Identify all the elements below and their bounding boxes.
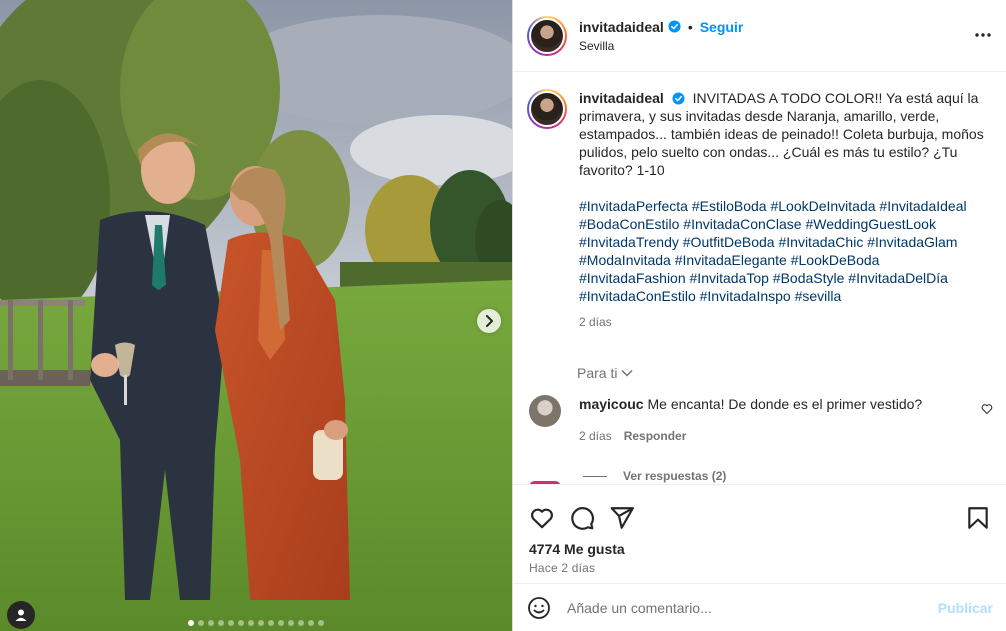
carousel-dot bbox=[188, 620, 194, 626]
carousel-dot bbox=[268, 620, 274, 626]
replies-divider bbox=[583, 475, 607, 477]
post-date: Hace 2 días bbox=[529, 561, 596, 575]
caption-hashtags[interactable]: #InvitadaPerfecta #EstiloBoda #LookDeInv… bbox=[579, 197, 989, 305]
author-avatar[interactable] bbox=[527, 15, 567, 56]
comment-input[interactable] bbox=[567, 599, 938, 616]
bookmark-icon[interactable] bbox=[965, 505, 991, 531]
verified-badge-icon bbox=[668, 20, 681, 33]
separator-dot: • bbox=[687, 18, 693, 35]
share-icon[interactable] bbox=[609, 505, 635, 531]
caption-time[interactable]: 2 días bbox=[579, 313, 989, 331]
more-options-icon[interactable] bbox=[974, 26, 992, 44]
carousel-dot bbox=[238, 620, 244, 626]
carousel-dot bbox=[208, 620, 214, 626]
carousel-dot bbox=[308, 620, 314, 626]
comments-section[interactable]: invitadaideal INVITADAS A TODO COLOR!! Y… bbox=[513, 73, 1006, 484]
commenter-avatar[interactable] bbox=[529, 395, 561, 427]
post-comment-button[interactable]: Publicar bbox=[938, 600, 993, 616]
follow-button[interactable]: Seguir bbox=[700, 19, 744, 35]
post-actions: 4774 Me gusta Hace 2 días Publicar bbox=[513, 484, 1006, 631]
comment-text: Me encanta! De donde es el primer vestid… bbox=[647, 396, 923, 412]
like-count[interactable]: 4774 Me gusta bbox=[513, 537, 1006, 557]
carousel-dot bbox=[198, 620, 204, 626]
post-location[interactable]: Sevilla bbox=[579, 39, 743, 53]
author-username[interactable]: invitadaideal bbox=[579, 19, 664, 35]
caption: invitadaideal INVITADAS A TODO COLOR!! Y… bbox=[513, 73, 1006, 331]
verified-badge-icon bbox=[672, 92, 685, 105]
carousel-dot bbox=[288, 620, 294, 626]
chevron-right-icon bbox=[486, 315, 493, 327]
caption-username[interactable]: invitadaideal bbox=[579, 90, 664, 106]
comment-like-icon[interactable] bbox=[981, 403, 993, 415]
for-you-toggle[interactable]: Para ti bbox=[577, 365, 1006, 381]
carousel-dot bbox=[218, 620, 224, 626]
for-you-label: Para ti bbox=[577, 365, 618, 381]
comment-item: mayicouc Me encanta! De donde es el prim… bbox=[513, 381, 1006, 445]
carousel-indicator bbox=[0, 620, 512, 626]
commenter-username[interactable]: mayicouc bbox=[579, 396, 644, 412]
comment-icon[interactable] bbox=[569, 505, 595, 531]
post-dialog: invitadaideal • Seguir Sevilla invitadai… bbox=[0, 0, 1006, 631]
chevron-down-icon bbox=[621, 369, 633, 377]
photo-scene bbox=[0, 0, 512, 631]
carousel-dot bbox=[318, 620, 324, 626]
carousel-dot bbox=[298, 620, 304, 626]
heart-icon[interactable] bbox=[529, 505, 555, 531]
carousel-dot bbox=[278, 620, 284, 626]
carousel-dot bbox=[248, 620, 254, 626]
carousel-dot bbox=[258, 620, 264, 626]
post-header: invitadaideal • Seguir Sevilla bbox=[513, 0, 1006, 72]
view-replies-button[interactable]: Ver respuestas (2) bbox=[583, 469, 1006, 483]
caption-avatar[interactable] bbox=[527, 89, 567, 129]
comment-composer: Publicar bbox=[513, 583, 1006, 631]
carousel-dot bbox=[228, 620, 234, 626]
comment-time[interactable]: 2 días bbox=[579, 427, 612, 445]
carousel-next-button[interactable] bbox=[477, 309, 501, 333]
post-side-panel: invitadaideal • Seguir Sevilla invitadai… bbox=[512, 0, 1006, 631]
view-replies-label: Ver respuestas (2) bbox=[623, 469, 727, 483]
emoji-icon[interactable] bbox=[527, 596, 551, 620]
post-photo[interactable] bbox=[0, 0, 512, 631]
reply-button[interactable]: Responder bbox=[624, 427, 687, 445]
